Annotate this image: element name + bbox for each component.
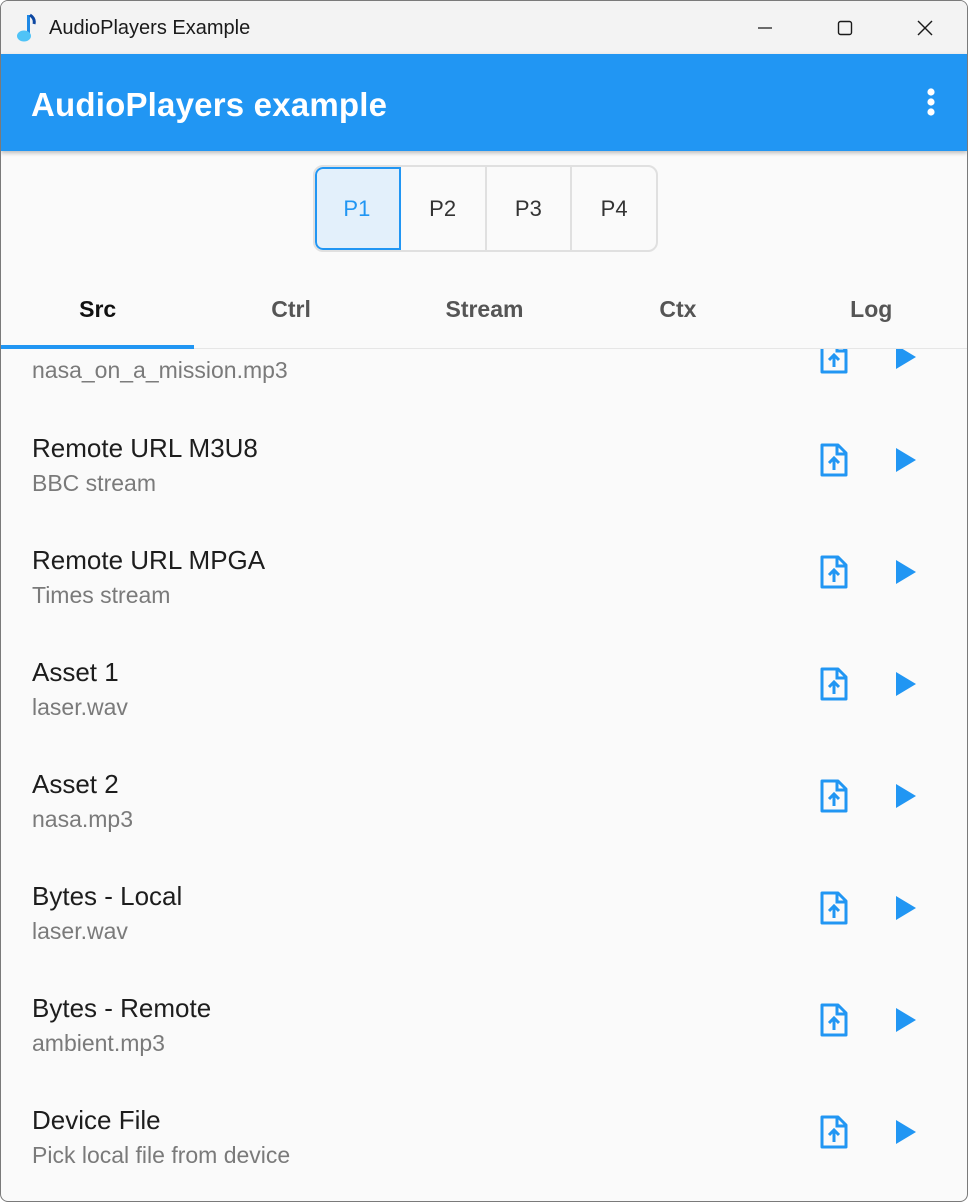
upload-file-icon xyxy=(820,891,848,925)
play-icon xyxy=(896,448,916,472)
list-item-subtitle: nasa_on_a_mission.mp3 xyxy=(32,357,288,383)
list-item-subtitle: laser.wav xyxy=(32,918,128,944)
list-item-title: Remote URL MPGA xyxy=(32,545,266,575)
tab-src[interactable]: Src xyxy=(1,271,195,349)
close-button[interactable] xyxy=(885,1,965,54)
play-icon xyxy=(896,784,916,808)
list-item: nasa_on_a_mission.mp3 xyxy=(1,349,967,383)
list-item-subtitle: laser.wav xyxy=(32,694,128,720)
maximize-icon xyxy=(837,20,853,35)
play-button[interactable] xyxy=(882,660,930,708)
list-item-title: Asset 2 xyxy=(32,769,119,799)
tab-stream[interactable]: Stream xyxy=(388,271,581,348)
play-icon xyxy=(896,1120,916,1144)
list-item-subtitle: BBC stream xyxy=(32,470,156,496)
music-note-icon xyxy=(17,13,36,42)
set-source-button[interactable] xyxy=(810,436,858,484)
set-source-button[interactable] xyxy=(810,1108,858,1156)
list-item: Bytes - Remote ambient.mp3 xyxy=(1,989,967,1101)
list-item: Remote URL MPGA Times stream xyxy=(1,541,967,653)
upload-file-icon xyxy=(820,1115,848,1149)
tab-bar: Src Ctrl Stream Ctx Log xyxy=(1,271,967,349)
list-item-subtitle: ambient.mp3 xyxy=(32,1030,165,1056)
maximize-button[interactable] xyxy=(805,1,885,54)
upload-file-icon xyxy=(820,1003,848,1037)
play-icon xyxy=(896,896,916,920)
play-icon xyxy=(896,560,916,584)
player-p1-button[interactable]: P1 xyxy=(315,167,401,250)
window-title: AudioPlayers Example xyxy=(49,17,251,39)
more-vert-icon xyxy=(927,88,935,116)
list-item: Asset 1 laser.wav xyxy=(1,653,967,765)
source-list: nasa_on_a_mission.mp3 Remote URL M3U8 BB… xyxy=(1,349,967,1201)
set-source-button[interactable] xyxy=(810,884,858,932)
tab-ctx[interactable]: Ctx xyxy=(581,271,774,348)
list-item: Device File Pick local file from device xyxy=(1,1101,967,1201)
player-p3-button[interactable]: P3 xyxy=(487,167,573,250)
title-bar: AudioPlayers Example xyxy=(1,1,967,54)
list-item-subtitle: nasa.mp3 xyxy=(32,806,134,832)
upload-file-icon xyxy=(820,443,848,477)
list-item: Remote URL M3U8 BBC stream xyxy=(1,429,967,541)
list-item-title: Bytes - Local xyxy=(32,881,183,911)
player-selector: P1 P2 P3 P4 xyxy=(313,165,658,252)
set-source-button[interactable] xyxy=(810,772,858,820)
play-button[interactable] xyxy=(882,548,930,596)
app-window: AudioPlayers Example AudioPlayers exampl… xyxy=(0,0,968,1202)
play-button[interactable] xyxy=(882,996,930,1044)
play-button[interactable] xyxy=(882,349,930,381)
tab-log[interactable]: Log xyxy=(775,271,967,348)
upload-file-icon xyxy=(820,779,848,813)
play-icon xyxy=(896,349,916,369)
play-icon xyxy=(896,1008,916,1032)
set-source-button[interactable] xyxy=(810,660,858,708)
play-icon xyxy=(896,672,916,696)
play-button[interactable] xyxy=(882,884,930,932)
minimize-button[interactable] xyxy=(725,1,805,54)
list-item-title: Remote URL M3U8 xyxy=(32,433,258,463)
more-menu-button[interactable] xyxy=(907,78,955,126)
player-p4-button[interactable]: P4 xyxy=(572,167,656,250)
page-title: AudioPlayers example xyxy=(31,86,388,123)
play-button[interactable] xyxy=(882,436,930,484)
list-item-title: Device File xyxy=(32,1105,161,1135)
play-button[interactable] xyxy=(882,1108,930,1156)
tab-ctrl[interactable]: Ctrl xyxy=(194,271,387,348)
upload-file-icon xyxy=(820,349,848,374)
list-item-subtitle: Pick local file from device xyxy=(32,1142,291,1168)
set-source-button[interactable] xyxy=(810,349,858,381)
play-button[interactable] xyxy=(882,772,930,820)
set-source-button[interactable] xyxy=(810,996,858,1044)
close-icon xyxy=(917,20,933,35)
upload-file-icon xyxy=(820,555,848,589)
upload-file-icon xyxy=(820,667,848,701)
list-item-title: Bytes - Remote xyxy=(32,993,212,1023)
list-item-title: Asset 1 xyxy=(32,657,119,687)
set-source-button[interactable] xyxy=(810,548,858,596)
list-item: Bytes - Local laser.wav xyxy=(1,877,967,989)
app-bar: AudioPlayers example xyxy=(1,54,967,151)
list-item: Asset 2 nasa.mp3 xyxy=(1,765,967,877)
player-p2-button[interactable]: P2 xyxy=(401,167,487,250)
list-item-subtitle: Times stream xyxy=(32,582,171,608)
minimize-icon xyxy=(758,26,772,29)
